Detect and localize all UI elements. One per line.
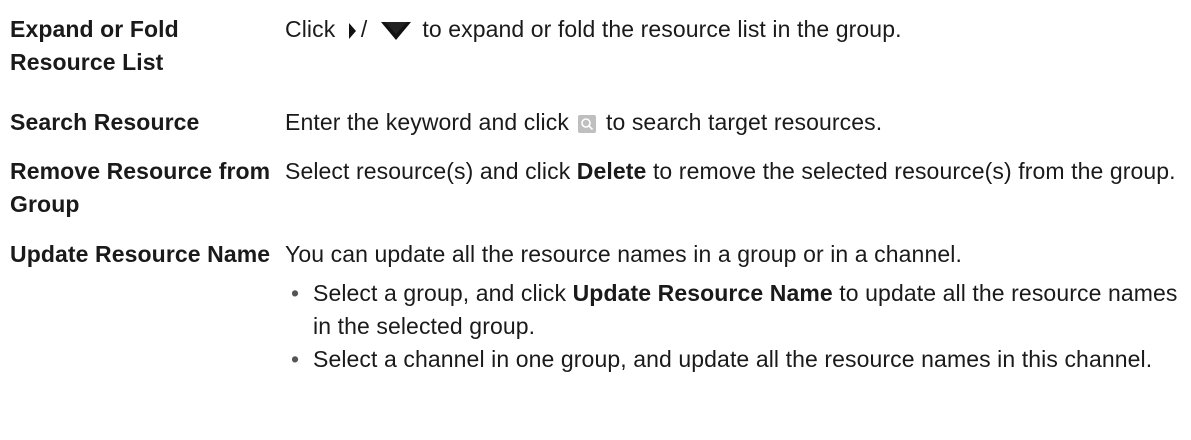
desc-text: Select a channel in one group, and updat… <box>313 346 1153 372</box>
bullet-marker: • <box>291 346 300 372</box>
feature-table: Expand or Fold Resource List Click / to … <box>0 0 1191 440</box>
desc-bold-term: Update Resource Name <box>572 280 833 306</box>
list-item: • Select a group, and click Update Resou… <box>285 277 1185 343</box>
desc-bold-term: Delete <box>576 158 647 184</box>
desc-separator: / <box>360 16 368 42</box>
row-desc-remove: Select resource(s) and click Delete to r… <box>285 155 1185 188</box>
row-desc-update: You can update all the resource names in… <box>285 238 1185 376</box>
desc-text: to remove the selected resource(s) from … <box>652 158 1176 184</box>
bullet-marker: • <box>291 280 300 306</box>
caret-down-icon <box>380 21 412 41</box>
desc-text: to search target resources. <box>605 109 883 135</box>
row-desc-expand-fold: Click / to expand or fold the resource l… <box>285 13 1185 46</box>
row-desc-search: Enter the keyword and click to search ta… <box>285 106 1185 139</box>
caret-right-icon <box>348 22 357 40</box>
row-term-update: Update Resource Name <box>10 241 271 267</box>
desc-text: Enter the keyword and click <box>285 109 569 135</box>
search-icon <box>578 114 597 133</box>
desc-text: Click <box>285 16 336 42</box>
desc-text: to expand or fold the resource list in t… <box>422 16 902 42</box>
desc-text: Select a group, and click <box>313 280 567 306</box>
row-term-search: Search Resource <box>10 109 200 135</box>
row-term-expand-fold: Expand or Fold Resource List <box>10 16 179 75</box>
bullet-list: • Select a group, and click Update Resou… <box>285 277 1185 376</box>
desc-text: Select resource(s) and click <box>285 158 571 184</box>
row-term-remove: Remove Resource from Group <box>10 158 271 217</box>
list-item: • Select a channel in one group, and upd… <box>285 343 1185 376</box>
desc-intro: You can update all the resource names in… <box>285 241 962 267</box>
